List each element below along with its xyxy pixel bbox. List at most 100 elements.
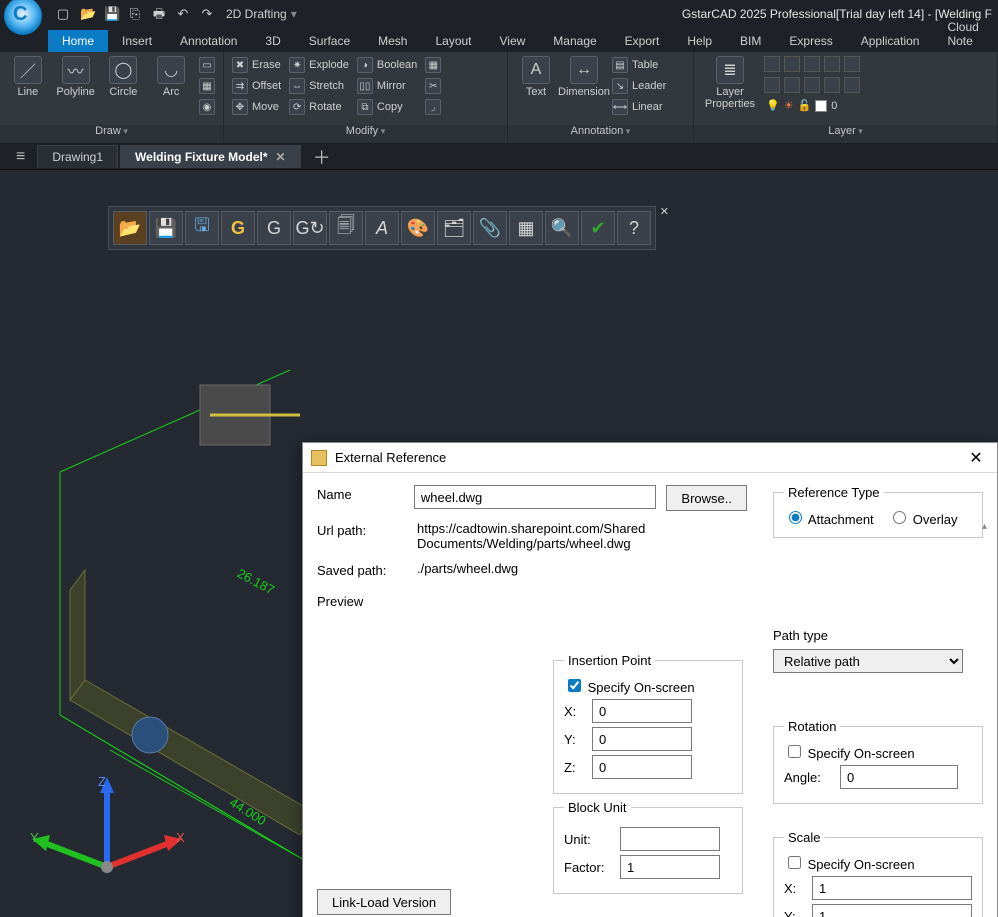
tb-help-icon[interactable]: ?	[617, 211, 651, 245]
cmd-line[interactable]: ／Line	[6, 56, 50, 98]
cmd-move[interactable]: ✥Move	[230, 98, 283, 116]
tab-help[interactable]: Help	[673, 30, 726, 52]
layer-swatch-icon[interactable]	[784, 77, 800, 93]
scale-y-input[interactable]	[812, 904, 972, 917]
ref-attach-option[interactable]: Attachment	[784, 512, 874, 527]
unit-input[interactable]	[620, 827, 720, 851]
tab-mesh[interactable]: Mesh	[364, 30, 421, 52]
scale-x-input[interactable]	[812, 876, 972, 900]
pathtype-select[interactable]: Relative path	[773, 649, 963, 673]
cmd-linear[interactable]: ⟷Linear	[610, 98, 668, 116]
tb-saveall-icon[interactable]: 🖫	[185, 211, 219, 245]
cmd-polyline[interactable]: 〰Polyline	[54, 56, 98, 98]
layer-swatch-icon[interactable]	[844, 77, 860, 93]
cmd-erase[interactable]: ✖Erase	[230, 56, 283, 74]
tb-g2-icon[interactable]: G	[257, 211, 291, 245]
close-tab-icon[interactable]: ✕	[276, 150, 286, 164]
tb-zoom-icon[interactable]: 🔍	[545, 211, 579, 245]
insertion-specify[interactable]: Specify On-screen	[564, 680, 695, 695]
layer-swatch-icon[interactable]	[844, 56, 860, 72]
floating-toolbar[interactable]: 📂 💾 🖫 G G G↻ 🗐 A 🎨 🗂 📎 ▦ 🔍 ✔ ? ✕	[108, 206, 656, 250]
layer-swatch-icon[interactable]	[804, 77, 820, 93]
new-icon[interactable]: ▢	[56, 7, 70, 21]
tb-layer-icon[interactable]: 🗂	[437, 211, 471, 245]
cmd-text[interactable]: AText	[514, 56, 558, 98]
dialog-scroll-hint[interactable]	[979, 521, 995, 917]
undo-icon[interactable]: ↶	[176, 7, 190, 21]
cmd-draw-extra1[interactable]: ▭	[197, 56, 217, 74]
dialog-titlebar[interactable]: External Reference ✕	[303, 443, 997, 473]
cmd-circle[interactable]: ◯Circle	[102, 56, 146, 98]
tab-layout[interactable]: Layout	[421, 30, 485, 52]
tb-text-icon[interactable]: A	[365, 211, 399, 245]
redo-icon[interactable]: ↷	[200, 7, 214, 21]
tab-home[interactable]: Home	[48, 30, 108, 52]
cmd-stretch[interactable]: ⇔Stretch	[287, 77, 351, 95]
layer-swatch-icon[interactable]	[824, 56, 840, 72]
save-icon[interactable]: 💾	[104, 7, 118, 21]
layer-swatch-icon[interactable]	[804, 56, 820, 72]
tab-application[interactable]: Application	[847, 30, 934, 52]
tab-3d[interactable]: 3D	[251, 30, 294, 52]
cmd-explode[interactable]: ✷Explode	[287, 56, 351, 74]
doclist-icon[interactable]: ≡	[6, 148, 35, 166]
workspace-label[interactable]: 2D Drafting	[226, 7, 287, 21]
tab-express[interactable]: Express	[775, 30, 846, 52]
layer-swatch-icon[interactable]	[784, 56, 800, 72]
layer-swatch-icon[interactable]	[764, 77, 780, 93]
cmd-mod-extra2[interactable]: ✂	[423, 77, 443, 95]
tb-color-icon[interactable]: 🎨	[401, 211, 435, 245]
plot-icon[interactable]: 🖶	[152, 7, 166, 21]
ins-z-input[interactable]	[592, 755, 692, 779]
cmd-table[interactable]: ▤Table	[610, 56, 668, 74]
scale-specify[interactable]: Specify On-screen	[784, 857, 915, 872]
cmd-leader[interactable]: ↘Leader	[610, 77, 668, 95]
tab-cloudnote[interactable]: Cloud Note	[933, 16, 998, 52]
ins-x-input[interactable]	[592, 699, 692, 723]
open-icon[interactable]: 📂	[80, 7, 94, 21]
cmd-arc[interactable]: ◡Arc	[149, 56, 193, 98]
tab-insert[interactable]: Insert	[108, 30, 166, 52]
layer-swatch-icon[interactable]	[824, 77, 840, 93]
tb-grid-icon[interactable]: ▦	[509, 211, 543, 245]
cmd-mod-extra3[interactable]: ◞	[423, 98, 443, 116]
tab-view[interactable]: View	[486, 30, 540, 52]
cmd-draw-extra3[interactable]: ◉	[197, 98, 217, 116]
layer-swatch-icon[interactable]	[764, 56, 780, 72]
cmd-rotate[interactable]: ⟳Rotate	[287, 98, 351, 116]
floating-toolbar-close-icon[interactable]: ✕	[660, 205, 669, 218]
dialog-close-icon[interactable]: ✕	[963, 448, 989, 468]
viewport[interactable]: 26.187 44.000 📂 💾 🖫 G G G↻ 🗐 A 🎨 🗂 📎 ▦ 🔍…	[0, 170, 998, 917]
tab-manage[interactable]: Manage	[539, 30, 610, 52]
saveas-icon[interactable]: ⎘	[128, 7, 142, 21]
cmd-dimension[interactable]: ↔Dimension	[562, 56, 606, 98]
cmd-copy[interactable]: ⧉Copy	[355, 98, 419, 116]
tab-annotation[interactable]: Annotation	[166, 30, 251, 52]
cmd-offset[interactable]: ⇉Offset	[230, 77, 283, 95]
panel-layer-title[interactable]: Layer	[694, 125, 997, 143]
tb-find-icon[interactable]: 🗐	[329, 211, 363, 245]
cmd-boolean[interactable]: ◑Boolean	[355, 56, 419, 74]
tb-check-icon[interactable]: ✔	[581, 211, 615, 245]
add-tab-icon[interactable]: ＋	[303, 144, 341, 170]
tb-g1-icon[interactable]: G	[221, 211, 255, 245]
linkload-button[interactable]: Link-Load Version	[317, 889, 451, 915]
doctab-welding[interactable]: Welding Fixture Model*✕	[120, 145, 301, 168]
cmd-mirror[interactable]: ▯▯Mirror	[355, 77, 419, 95]
cmd-mod-extra1[interactable]: ▦	[423, 56, 443, 74]
doctab-drawing1[interactable]: Drawing1	[37, 145, 118, 168]
tb-attach-icon[interactable]: 📎	[473, 211, 507, 245]
tab-bim[interactable]: BIM	[726, 30, 775, 52]
rotation-specify[interactable]: Specify On-screen	[784, 746, 915, 761]
ins-y-input[interactable]	[592, 727, 692, 751]
cmd-layer-properties[interactable]: ≣Layer Properties	[700, 56, 760, 110]
tb-open-icon[interactable]: 📂	[113, 211, 147, 245]
browse-button[interactable]: Browse..	[666, 485, 747, 511]
panel-modify-title[interactable]: Modify	[224, 125, 507, 143]
ref-overlay-option[interactable]: Overlay	[888, 512, 957, 527]
panel-draw-title[interactable]: Draw	[0, 125, 223, 143]
cmd-draw-extra2[interactable]: ▦	[197, 77, 217, 95]
angle-input[interactable]	[840, 765, 958, 789]
layer-current[interactable]: 💡 ☀ 🔓 0	[764, 98, 860, 113]
tab-export[interactable]: Export	[611, 30, 674, 52]
